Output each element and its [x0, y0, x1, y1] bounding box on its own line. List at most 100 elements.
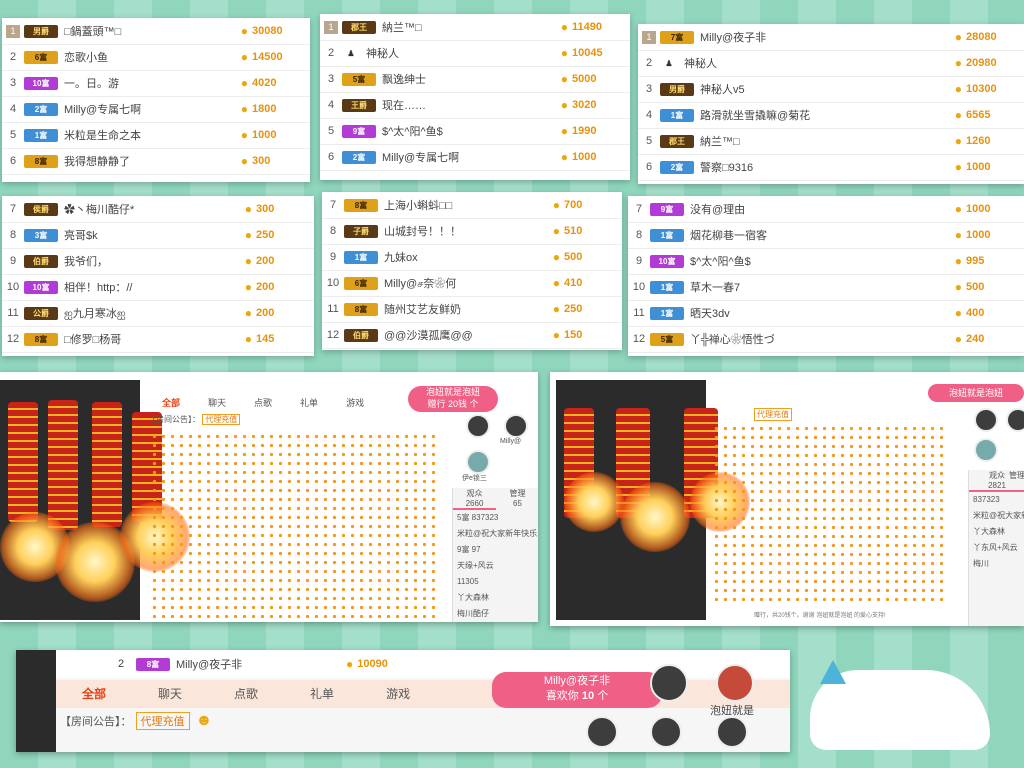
tab-3[interactable]: 礼单: [284, 680, 360, 708]
recharge-link[interactable]: 代理充值: [202, 414, 241, 425]
user-name[interactable]: ஐ九月寒冰ஐ: [64, 305, 245, 322]
user-name[interactable]: 上海小蝌蚪□□: [384, 197, 553, 213]
rank: 4: [327, 99, 335, 111]
avatar-label: 伊e锁三: [462, 475, 487, 482]
user-name[interactable]: 米粒是生命之本: [64, 127, 241, 143]
user-avatar[interactable]: [974, 408, 998, 432]
leaderboard-row: 8 子爵 山城封号！！！ ● 510: [322, 218, 622, 245]
user-avatar[interactable]: [466, 450, 490, 474]
firecracker: [92, 402, 122, 527]
user-name[interactable]: 九妹ox: [384, 249, 553, 265]
rank: 12: [326, 329, 340, 341]
user-name[interactable]: 没有@理由: [690, 201, 955, 217]
user-name[interactable]: 一。日。游: [64, 75, 241, 91]
coin-icon: ●: [954, 56, 962, 70]
tab-4[interactable]: 游戏: [360, 680, 436, 708]
recharge-link[interactable]: 代理充值: [135, 712, 190, 730]
amount: 28080: [966, 31, 997, 43]
user-name[interactable]: 丫╬禅心❀悟性づ: [690, 331, 955, 347]
tab-0[interactable]: 全部: [56, 680, 132, 708]
user-name[interactable]: ✿丶梅川酷仔*: [64, 201, 245, 217]
manage-tab[interactable]: 管理: [496, 488, 538, 499]
rank: 8: [329, 225, 337, 237]
leaderboard-row: 7 侯爵 ✿丶梅川酷仔* ● 300: [2, 196, 314, 223]
rank-badge: 1富: [24, 128, 58, 142]
user-name[interactable]: 随州艾艺友鲜奶: [384, 301, 553, 317]
gift-notification-pill[interactable]: 泡妞就是泡妞: [928, 384, 1024, 402]
user-name[interactable]: □鍋蓋頭™□: [64, 23, 241, 39]
leaderboard-row: 3 男爵 神秘人v5 ● 10300: [638, 76, 1024, 103]
chat-message: 梅川酷仔: [457, 609, 489, 618]
recharge-link[interactable]: 代理充值: [754, 408, 792, 421]
user-avatar[interactable]: [650, 664, 688, 702]
user-avatar[interactable]: [1006, 408, 1024, 432]
chat-message: 丫大森林: [457, 593, 489, 602]
leaderboard-row: 12 伯爵 @@沙漠孤鹰@@ ● 150: [322, 322, 622, 349]
user-avatar[interactable]: [504, 414, 528, 438]
tab-2[interactable]: 点歌: [208, 680, 284, 708]
user-name[interactable]: Milly@专属七啊: [64, 101, 241, 117]
user-name[interactable]: Milly@专属七啊: [382, 149, 561, 165]
user-name[interactable]: 相伴！http：//: [64, 279, 245, 295]
coin-icon: ●: [240, 50, 248, 64]
user-name[interactable]: 飘逸绅士: [382, 71, 561, 87]
user-avatar[interactable]: [466, 414, 490, 438]
pill-text: 喜欢你: [545, 690, 579, 702]
user-name[interactable]: 納兰™□: [382, 19, 561, 35]
user-name[interactable]: 我得想静静了: [64, 153, 241, 169]
user-name[interactable]: 恋歌小鱼: [64, 49, 241, 65]
user-name[interactable]: $^太^阳^鱼$: [382, 123, 561, 139]
tab-1[interactable]: 聊天: [132, 680, 208, 708]
user-avatar[interactable]: [650, 716, 682, 748]
user-avatar[interactable]: [974, 438, 998, 462]
rank-badge: 8富: [344, 198, 378, 212]
user-name[interactable]: Milly@ச奈❀何: [384, 275, 553, 292]
user-name[interactable]: 烟花柳巷一宿客: [690, 227, 955, 243]
tab-3[interactable]: 礼单: [286, 396, 332, 410]
user-avatar[interactable]: [716, 716, 748, 748]
rank: 7: [329, 199, 337, 211]
tab-4[interactable]: 游戏: [332, 396, 378, 410]
user-name[interactable]: @@沙漠孤鹰@@: [384, 327, 553, 343]
chat-message: 天缘+风云: [457, 561, 494, 570]
user-name[interactable]: 警察□9316: [700, 159, 955, 175]
user-name[interactable]: □修罗□杨哥: [64, 331, 245, 347]
gift-notification-pill[interactable]: 泡妞就是泡妞 赠行 20钱 个: [408, 386, 498, 412]
leaderboard-row: 2 ♟ 神秘人 ● 20980: [638, 50, 1024, 77]
rank: 8: [635, 229, 643, 241]
audience-count: 2821: [988, 481, 1006, 490]
user-name[interactable]: 现在……: [382, 97, 561, 113]
chat-message: 米粒@祝大家新年快乐: [457, 529, 538, 538]
manage-tab[interactable]: 管理: [1009, 470, 1024, 481]
user-name[interactable]: $^太^阳^鱼$: [690, 253, 955, 269]
firecracker: [8, 402, 38, 522]
user-name[interactable]: Milly@夜子非: [176, 656, 346, 672]
leaderboard-row: 7 9富 没有@理由 ● 1000: [628, 196, 1024, 223]
tab-0[interactable]: 全部: [148, 396, 194, 410]
user-name[interactable]: 草木一春7: [690, 279, 955, 295]
amount: 1000: [966, 161, 991, 173]
rank-badge: 2富: [24, 102, 58, 116]
mascot-dog-illustration: [800, 630, 1000, 750]
user-name[interactable]: 納兰™□: [700, 133, 955, 149]
user-avatar[interactable]: [586, 716, 618, 748]
user-name[interactable]: 神秘人v5: [700, 81, 955, 97]
user-name[interactable]: 晒天3dv: [690, 305, 955, 321]
user-name[interactable]: 亮哥$k: [64, 227, 245, 243]
user-name[interactable]: 神秘人: [366, 45, 561, 61]
gift-notification-pill[interactable]: Milly@夜子非 喜欢你 10 个: [492, 672, 662, 708]
amount: 300: [256, 203, 275, 215]
coin-icon: ●: [954, 82, 962, 96]
room-notice: 【房间公告】： 代理充值: [148, 414, 241, 425]
user-name[interactable]: Milly@夜子非: [700, 29, 955, 45]
user-name[interactable]: 山城封号！！！: [384, 223, 553, 239]
rank: 6: [645, 161, 653, 173]
tab-2[interactable]: 点歌: [240, 396, 286, 410]
pill-count: 10: [581, 690, 595, 702]
user-name[interactable]: 我爷们，: [64, 253, 245, 269]
user-name[interactable]: 路滑就坐雪撬嘛@菊花: [700, 107, 955, 123]
tab-1[interactable]: 聊天: [194, 396, 240, 410]
user-name[interactable]: 神秘人: [684, 55, 955, 71]
user-avatar[interactable]: [716, 664, 754, 702]
audience-tab[interactable]: 观众: [453, 488, 496, 499]
